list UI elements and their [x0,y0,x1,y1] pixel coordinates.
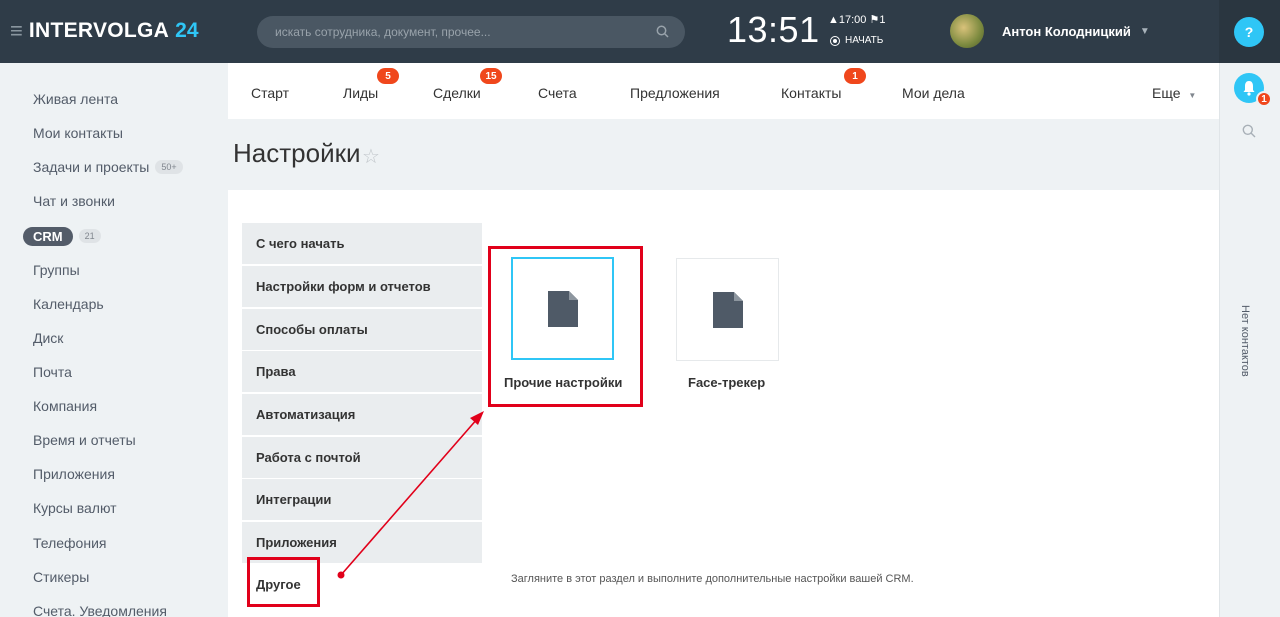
search-icon[interactable] [656,25,669,38]
settings-item-automation[interactable]: Автоматизация [242,394,482,435]
settings-item-mail[interactable]: Работа с почтой [242,437,482,478]
card-face-tracker[interactable] [676,258,779,361]
menu-item-mail[interactable]: Почта [33,364,72,380]
tab-start[interactable]: Старт [251,85,289,101]
card-label-face-tracker[interactable]: Face-трекер [688,375,765,390]
page-title: Настройки [233,138,361,168]
highlight-box-other-item [247,557,320,607]
tab-deals[interactable]: Сделки [433,85,481,101]
menu-item-apps[interactable]: Приложения [33,466,115,482]
clock[interactable]: 13:51 [727,9,820,51]
menu-item-calendar[interactable]: Календарь [33,296,104,312]
start-workday-button[interactable]: НАЧАТЬ [830,35,883,46]
logo[interactable]: ≡ INTERVOLGA 24 [10,19,199,43]
deals-badge: 15 [480,68,502,84]
record-icon [830,35,840,46]
settings-item-integrations[interactable]: Интеграции [242,479,482,520]
menu-item-crm-label: CRM [23,227,73,246]
menu-item-my-contacts[interactable]: Мои контакты [33,125,123,141]
menu-item-telephony[interactable]: Телефония [33,535,106,551]
notification-badge: 1 [1256,91,1272,107]
tab-quotes[interactable]: Предложения [630,85,720,101]
menu-item-currency[interactable]: Курсы валют [33,500,117,516]
avatar[interactable] [950,14,984,48]
tab-leads[interactable]: Лиды [343,85,378,101]
menu-item-tasks[interactable]: Задачи и проекты 50+ [33,159,183,175]
highlight-box-other-settings [488,246,643,407]
menu-item-stickers[interactable]: Стикеры [33,569,89,585]
tab-more[interactable]: Еще ▼ [1152,85,1196,101]
crm-counter: 21 [78,229,101,243]
menu-item-crm[interactable]: CRM 21 [23,227,101,246]
alarm-info[interactable]: ▲17:00 ⚑1 [828,13,885,26]
chevron-down-icon: ▼ [1188,91,1197,100]
tab-more-label: Еще [1152,85,1181,101]
menu-item-groups[interactable]: Группы [33,262,80,278]
menu-item-chat[interactable]: Чат и звонки [33,193,115,209]
document-icon [712,291,743,328]
menu-item-company[interactable]: Компания [33,398,97,414]
tab-invoices[interactable]: Счета [538,85,577,101]
user-name[interactable]: Антон Колодницкий [1002,24,1131,39]
search-input[interactable] [257,16,685,48]
menu-item-invoice-notifications[interactable]: Счета. Уведомления [33,603,167,617]
logo-number: 24 [175,19,199,42]
crm-tabs: Старт Лиды Сделки Счета Предложения Конт… [228,63,1219,119]
user-menu[interactable]: Антон Колодницкий ▼ [950,14,1150,48]
tasks-counter: 50+ [155,160,183,174]
menu-item-disk[interactable]: Диск [33,330,63,346]
settings-item-getting-started[interactable]: С чего начать [242,223,482,264]
search-box[interactable] [257,16,685,48]
help-button[interactable]: ? [1234,17,1264,47]
no-contacts-label: Нет контактов [1239,305,1251,377]
section-description: Загляните в этот раздел и выполните допо… [511,573,914,585]
settings-item-payment-methods[interactable]: Способы оплаты [242,309,482,350]
left-menu: Живая лента Мои контакты Задачи и проект… [0,63,228,617]
start-label: НАЧАТЬ [845,35,884,46]
bell-icon [1243,81,1255,96]
menu-item-live-feed[interactable]: Живая лента [33,91,118,107]
tab-my-activities[interactable]: Мои дела [902,85,965,101]
menu-burger-icon[interactable]: ≡ [10,20,23,42]
leads-badge: 5 [377,68,399,84]
settings-item-forms-reports[interactable]: Настройки форм и отчетов [242,266,482,307]
star-icon[interactable]: ☆ [362,144,380,169]
search-icon[interactable] [1242,124,1256,138]
contacts-badge: 1 [844,68,866,84]
chevron-down-icon[interactable]: ▼ [1140,26,1150,37]
logo-text: INTERVOLGA [28,19,170,42]
tab-contacts[interactable]: Контакты [781,85,841,101]
menu-item-time-reports[interactable]: Время и отчеты [33,432,136,448]
menu-item-tasks-label: Задачи и проекты [33,159,150,175]
settings-item-permissions[interactable]: Права [242,351,482,392]
top-header: ≡ INTERVOLGA 24 13:51 ▲17:00 ⚑1 НАЧАТЬ А… [0,0,1219,63]
